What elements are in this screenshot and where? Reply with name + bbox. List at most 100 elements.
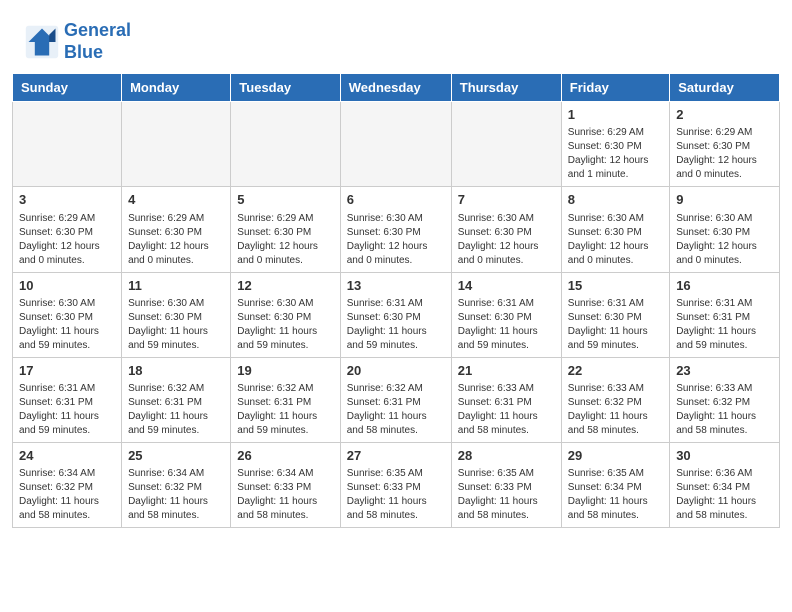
calendar-cell: 11 Sunrise: 6:30 AMSunset: 6:30 PMDayligh…	[122, 272, 231, 357]
day-number: 21	[458, 362, 555, 380]
logo-icon	[24, 24, 60, 60]
day-number: 20	[347, 362, 445, 380]
col-thursday: Thursday	[451, 74, 561, 102]
cell-info: Sunrise: 6:30 AMSunset: 6:30 PMDaylight:…	[347, 212, 445, 268]
calendar-cell: 7Sunrise: 6:30 AMSunset: 6:30 PMDaylight…	[451, 187, 561, 272]
day-number: 30	[676, 447, 773, 465]
calendar-week-2: 3 Sunrise: 6:29 AMSunset: 6:30 PMDaylight…	[13, 187, 780, 272]
cell-info: Sunrise: 6:31 AMSunset: 6:31 PMDaylight:…	[19, 382, 115, 438]
calendar-week-3: 10 Sunrise: 6:30 AMSunset: 6:30 PMDayligh…	[13, 272, 780, 357]
col-tuesday: Tuesday	[231, 74, 340, 102]
calendar-cell: 13 Sunrise: 6:31 AMSunset: 6:30 PMDayligh…	[340, 272, 451, 357]
calendar-cell: 27Sunrise: 6:35 AMSunset: 6:33 PMDayligh…	[340, 442, 451, 527]
day-number: 26	[237, 447, 333, 465]
page-container: General Blue Sunday Monday Tuesday Wedne…	[0, 0, 792, 528]
header: General Blue	[0, 0, 792, 73]
col-friday: Friday	[561, 74, 669, 102]
cell-info: Sunrise: 6:31 AMSunset: 6:31 PMDaylight:…	[676, 297, 773, 353]
day-number: 11	[128, 277, 224, 295]
day-number: 4	[128, 191, 224, 209]
cell-info: Sunrise: 6:30 AMSunset: 6:30 PMDaylight:…	[676, 212, 773, 268]
calendar-cell: 6Sunrise: 6:30 AMSunset: 6:30 PMDaylight…	[340, 187, 451, 272]
calendar-cell: 1Sunrise: 6:29 AMSunset: 6:30 PMDaylight…	[561, 102, 669, 187]
col-saturday: Saturday	[670, 74, 780, 102]
cell-info: Sunrise: 6:32 AMSunset: 6:31 PMDaylight:…	[347, 382, 445, 438]
cell-info: Sunrise: 6:30 AMSunset: 6:30 PMDaylight:…	[568, 212, 663, 268]
calendar-week-1: 1Sunrise: 6:29 AMSunset: 6:30 PMDaylight…	[13, 102, 780, 187]
day-number: 5	[237, 191, 333, 209]
day-number: 9	[676, 191, 773, 209]
cell-info: Sunrise: 6:35 AMSunset: 6:33 PMDaylight:…	[458, 467, 555, 523]
calendar-cell: 2 Sunrise: 6:29 AMSunset: 6:30 PMDaylight…	[670, 102, 780, 187]
calendar-cell: 24Sunrise: 6:34 AMSunset: 6:32 PMDayligh…	[13, 442, 122, 527]
cell-info: Sunrise: 6:36 AMSunset: 6:34 PMDaylight:…	[676, 467, 773, 523]
cell-info: Sunrise: 6:29 AMSunset: 6:30 PMDaylight:…	[19, 212, 115, 268]
day-number: 25	[128, 447, 224, 465]
calendar-cell: 29 Sunrise: 6:35 AMSunset: 6:34 PMDayligh…	[561, 442, 669, 527]
day-number: 22	[568, 362, 663, 380]
calendar-body: 1Sunrise: 6:29 AMSunset: 6:30 PMDaylight…	[13, 102, 780, 528]
day-number: 8	[568, 191, 663, 209]
cell-info: Sunrise: 6:29 AMSunset: 6:30 PMDaylight:…	[676, 126, 773, 182]
calendar-cell: 23 Sunrise: 6:33 AMSunset: 6:32 PMDayligh…	[670, 357, 780, 442]
day-number: 3	[19, 191, 115, 209]
cell-info: Sunrise: 6:32 AMSunset: 6:31 PMDaylight:…	[128, 382, 224, 438]
cell-info: Sunrise: 6:31 AMSunset: 6:30 PMDaylight:…	[568, 297, 663, 353]
calendar-cell: 15 Sunrise: 6:31 AMSunset: 6:30 PMDayligh…	[561, 272, 669, 357]
day-number: 17	[19, 362, 115, 380]
cell-info: Sunrise: 6:31 AMSunset: 6:30 PMDaylight:…	[347, 297, 445, 353]
day-number: 23	[676, 362, 773, 380]
calendar-cell: 10 Sunrise: 6:30 AMSunset: 6:30 PMDayligh…	[13, 272, 122, 357]
day-header-row: Sunday Monday Tuesday Wednesday Thursday…	[13, 74, 780, 102]
cell-info: Sunrise: 6:33 AMSunset: 6:32 PMDaylight:…	[676, 382, 773, 438]
calendar-table: Sunday Monday Tuesday Wednesday Thursday…	[12, 73, 780, 528]
calendar-cell: 20 Sunrise: 6:32 AMSunset: 6:31 PMDayligh…	[340, 357, 451, 442]
col-monday: Monday	[122, 74, 231, 102]
col-sunday: Sunday	[13, 74, 122, 102]
logo-text: General Blue	[64, 20, 131, 63]
cell-info: Sunrise: 6:29 AMSunset: 6:30 PMDaylight:…	[568, 126, 663, 182]
calendar-cell	[340, 102, 451, 187]
day-number: 18	[128, 362, 224, 380]
cell-info: Sunrise: 6:34 AMSunset: 6:33 PMDaylight:…	[237, 467, 333, 523]
calendar-cell	[451, 102, 561, 187]
day-number: 28	[458, 447, 555, 465]
calendar-week-5: 24Sunrise: 6:34 AMSunset: 6:32 PMDayligh…	[13, 442, 780, 527]
calendar-cell	[231, 102, 340, 187]
calendar-cell	[13, 102, 122, 187]
calendar-cell: 5 Sunrise: 6:29 AMSunset: 6:30 PMDaylight…	[231, 187, 340, 272]
calendar-cell: 21 Sunrise: 6:33 AMSunset: 6:31 PMDayligh…	[451, 357, 561, 442]
calendar-cell: 19Sunrise: 6:32 AMSunset: 6:31 PMDayligh…	[231, 357, 340, 442]
calendar-cell	[122, 102, 231, 187]
calendar-cell: 8 Sunrise: 6:30 AMSunset: 6:30 PMDaylight…	[561, 187, 669, 272]
cell-info: Sunrise: 6:29 AMSunset: 6:30 PMDaylight:…	[237, 212, 333, 268]
calendar-cell: 25 Sunrise: 6:34 AMSunset: 6:32 PMDayligh…	[122, 442, 231, 527]
calendar-cell: 3 Sunrise: 6:29 AMSunset: 6:30 PMDaylight…	[13, 187, 122, 272]
cell-info: Sunrise: 6:30 AMSunset: 6:30 PMDaylight:…	[128, 297, 224, 353]
cell-info: Sunrise: 6:30 AMSunset: 6:30 PMDaylight:…	[19, 297, 115, 353]
day-number: 16	[676, 277, 773, 295]
calendar-week-4: 17 Sunrise: 6:31 AMSunset: 6:31 PMDayligh…	[13, 357, 780, 442]
day-number: 15	[568, 277, 663, 295]
calendar-cell: 28 Sunrise: 6:35 AMSunset: 6:33 PMDayligh…	[451, 442, 561, 527]
calendar-cell: 30 Sunrise: 6:36 AMSunset: 6:34 PMDayligh…	[670, 442, 780, 527]
day-number: 13	[347, 277, 445, 295]
cell-info: Sunrise: 6:34 AMSunset: 6:32 PMDaylight:…	[128, 467, 224, 523]
day-number: 14	[458, 277, 555, 295]
day-number: 19	[237, 362, 333, 380]
cell-info: Sunrise: 6:35 AMSunset: 6:34 PMDaylight:…	[568, 467, 663, 523]
day-number: 2	[676, 106, 773, 124]
cell-info: Sunrise: 6:33 AMSunset: 6:32 PMDaylight:…	[568, 382, 663, 438]
calendar-cell: 26 Sunrise: 6:34 AMSunset: 6:33 PMDayligh…	[231, 442, 340, 527]
logo: General Blue	[24, 20, 131, 63]
day-number: 10	[19, 277, 115, 295]
day-number: 29	[568, 447, 663, 465]
calendar-cell: 14Sunrise: 6:31 AMSunset: 6:30 PMDayligh…	[451, 272, 561, 357]
cell-info: Sunrise: 6:33 AMSunset: 6:31 PMDaylight:…	[458, 382, 555, 438]
day-number: 27	[347, 447, 445, 465]
cell-info: Sunrise: 6:29 AMSunset: 6:30 PMDaylight:…	[128, 212, 224, 268]
calendar-cell: 12Sunrise: 6:30 AMSunset: 6:30 PMDayligh…	[231, 272, 340, 357]
cell-info: Sunrise: 6:34 AMSunset: 6:32 PMDaylight:…	[19, 467, 115, 523]
calendar-cell: 22 Sunrise: 6:33 AMSunset: 6:32 PMDayligh…	[561, 357, 669, 442]
day-number: 12	[237, 277, 333, 295]
